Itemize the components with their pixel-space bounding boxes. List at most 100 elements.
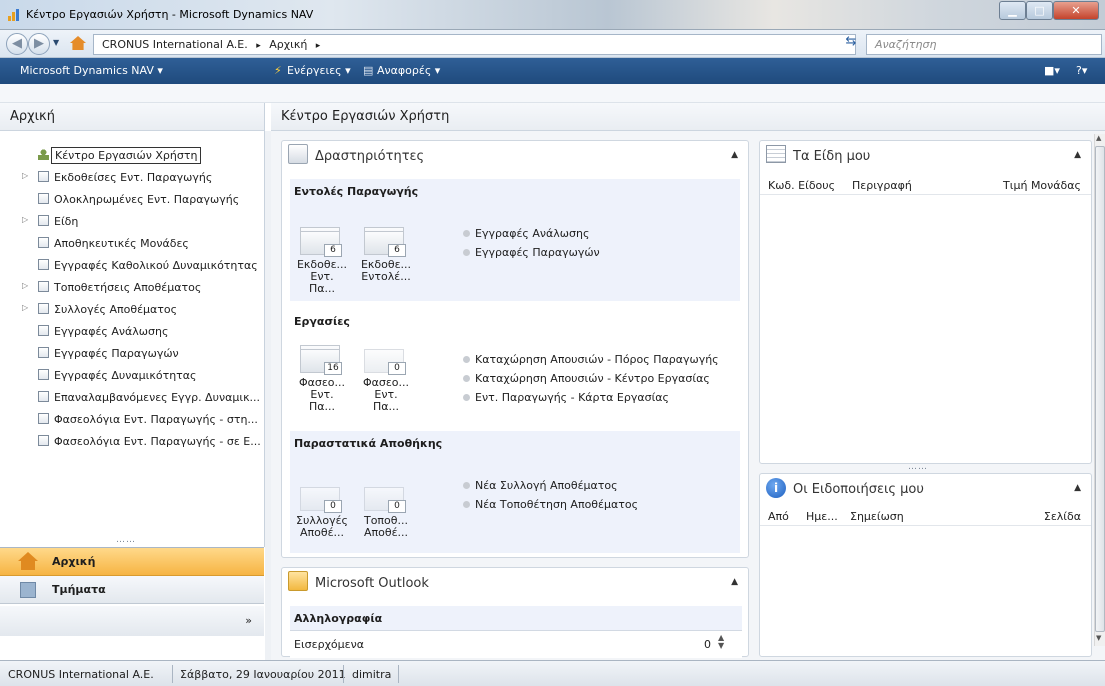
list-page-icon	[38, 369, 49, 380]
close-button[interactable]: ✕	[1053, 1, 1099, 20]
back-button[interactable]: ◀	[6, 33, 28, 55]
home-icon	[70, 36, 86, 50]
nav-tree-item[interactable]: Ολοκληρωμένες Εντ. Παραγωγής	[0, 189, 262, 209]
nav-tree-item[interactable]: ▷ Εκδοθείσες Εντ. Παραγωγής	[0, 167, 262, 187]
reports-icon: ▤	[363, 64, 374, 77]
status-company: CRONUS International A.E.	[8, 668, 154, 681]
collapse-chevron-icon[interactable]: ▲	[1074, 150, 1081, 160]
cue-inventory-picks[interactable]: 0 Συλλογές Αποθέ...	[296, 483, 348, 553]
my-notifications-part: i Οι Ειδοποιήσεις μου ▲ Από Ημε... Σημεί…	[759, 473, 1092, 657]
vertical-scrollbar[interactable]: ▲ ▼	[1094, 134, 1105, 646]
collapse-chevron-icon[interactable]: ▲	[1074, 483, 1081, 493]
nav-tree-item-label: Αποθηκευτικές Μονάδες	[54, 237, 189, 250]
list-page-icon	[38, 303, 49, 314]
splitter-grip[interactable]: ……	[908, 462, 928, 472]
search-input[interactable]: Αναζήτηση	[866, 34, 1102, 55]
link-prod-order-job-card[interactable]: Εντ. Παραγωγής - Κάρτα Εργασίας	[463, 391, 669, 404]
nav-tree-item[interactable]: Φασεολόγια Εντ. Παραγωγής - στη...	[0, 409, 262, 429]
nav-tree-item-label: Εκδοθείσες Εντ. Παραγωγής	[54, 171, 213, 184]
list-page-icon	[38, 171, 49, 182]
group-operations: Εργασίες 16 Φασεο... Εντ. Πα... 0 Φασεο..…	[290, 309, 740, 425]
nav-tree-item[interactable]: Εγγραφές Ανάλωσης	[0, 321, 262, 341]
window-title: Κέντρο Εργασιών Χρήστη - Microsoft Dynam…	[26, 8, 314, 21]
link-consumption-journal[interactable]: Εγγραφές Ανάλωσης	[462, 227, 589, 240]
group-warehouse-documents: Παραστατικά Αποθήκης 0 Συλλογές Αποθέ... …	[290, 431, 740, 553]
nav-button-home[interactable]: Αρχική	[0, 548, 264, 576]
my-items-part: Τα Είδη μου ▲ Κωδ. Είδους Περιγραφή Τιμή…	[759, 140, 1092, 472]
reports-menu[interactable]: Αναφορές ▾	[377, 64, 440, 77]
maximize-button[interactable]: □	[1026, 1, 1053, 20]
cue-inventory-putaways[interactable]: 0 Τοποθ... Αποθέ...	[360, 483, 410, 553]
nav-tree-item[interactable]: Επαναλαμβανόμενες Εγγρ. Δυναμικ...	[0, 387, 262, 407]
actions-icon: ⚡	[274, 64, 282, 77]
link-new-inventory-pick[interactable]: Νέα Συλλογή Αποθέματος	[463, 479, 618, 492]
outlook-title: Microsoft Outlook	[315, 576, 429, 591]
scrollbar-thumb[interactable]	[1095, 146, 1105, 632]
layout-icon[interactable]: ■▾	[1044, 64, 1060, 77]
splitter-grip[interactable]: ……	[116, 535, 136, 545]
collapse-chevron-icon[interactable]: ▲	[731, 150, 738, 160]
expand-arrow-icon[interactable]: ▷	[22, 171, 28, 180]
breadcrumb-company[interactable]: CRONUS International A.E.	[102, 38, 248, 51]
nav-tree-item-label: Κέντρο Εργασιών Χρήστη	[51, 147, 202, 164]
breadcrumb-page[interactable]: Αρχική	[269, 38, 307, 51]
my-notifications-header: Από Ημε... Σημείωση Σελίδα	[760, 508, 1091, 526]
command-bar: Microsoft Dynamics NAV ▾ ⚡ Ενέργειες ▾ ▤…	[0, 58, 1105, 84]
nav-tree-item[interactable]: ▷ Τοποθετήσεις Αποθέματος	[0, 277, 262, 297]
user-icon	[38, 149, 49, 160]
history-dropdown-icon[interactable]: ▼	[53, 38, 59, 47]
app-menu-button[interactable]: Microsoft Dynamics NAV ▾	[20, 64, 163, 77]
more-buttons-icon[interactable]: »	[245, 614, 252, 627]
actions-menu[interactable]: Ενέργειες ▾	[287, 64, 351, 77]
cue-released-prod-orders[interactable]: 6 Εκδοθε... Εντ. Πα...	[296, 227, 347, 297]
link-output-journal[interactable]: Εγγραφές Παραγωγών	[463, 246, 600, 259]
nav-tree-item[interactable]: Φασεολόγια Εντ. Παραγωγής - σε Ε...	[0, 431, 262, 451]
nav-tree-item-label: Συλλογές Αποθέματος	[54, 303, 178, 316]
list-page-icon	[38, 215, 49, 226]
list-page-icon	[38, 347, 49, 358]
departments-icon	[20, 582, 36, 598]
nav-tree: Κέντρο Εργασιών Χρήστη ▷ Εκδοθείσες Εντ. Π…	[0, 131, 265, 547]
nav-tree-item-label: Τοποθετήσεις Αποθέματος	[54, 281, 202, 294]
nav-tree-item[interactable]: ▷ Είδη	[0, 211, 262, 231]
breadcrumb[interactable]: CRONUS International A.E. ▸ Αρχική ▸	[93, 34, 856, 55]
address-bar: ◀ ▶ ▼ CRONUS International A.E. ▸ Αρχική…	[0, 30, 1105, 58]
status-bar: CRONUS International A.E. Σάββατο, 29 Ια…	[0, 660, 1105, 686]
refresh-icon[interactable]: ⇆	[841, 34, 861, 54]
inbox-count[interactable]: 0	[704, 638, 711, 651]
nav-tree-item-label: Εγγραφές Ανάλωσης	[54, 325, 169, 338]
link-new-inventory-putaway[interactable]: Νέα Τοποθέτηση Αποθέματος	[462, 498, 638, 511]
list-page-icon	[38, 281, 49, 292]
outlook-part: Microsoft Outlook ▲ Αλληλογραφία Εισερχό…	[281, 567, 749, 658]
home-icon	[18, 552, 38, 570]
list-page-icon	[38, 391, 49, 402]
nav-tree-item[interactable]: Εγγραφές Καθολικού Δυναμικότητας	[0, 255, 262, 275]
inbox-label[interactable]: Εισερχόμενα	[294, 638, 364, 651]
forward-button[interactable]: ▶	[28, 33, 50, 55]
minimize-button[interactable]: ▁	[999, 1, 1026, 20]
nav-tree-item[interactable]: Εγγραφές Παραγωγών	[0, 343, 262, 363]
link-absence-resource[interactable]: Καταχώρηση Απουσιών - Πόρος Παραγωγής	[463, 353, 719, 366]
nav-buttons: Αρχική Τμήματα »	[0, 547, 264, 659]
expand-arrow-icon[interactable]: ▷	[22, 215, 28, 224]
expand-arrow-icon[interactable]: ▷	[22, 281, 28, 290]
nav-tree-item[interactable]: Εγγραφές Δυναμικότητας	[0, 365, 262, 385]
inbox-spinner[interactable]: ▲ ▼	[718, 634, 724, 650]
cue-routing-sheets-1[interactable]: 16 Φασεο... Εντ. Πα...	[296, 345, 346, 415]
nav-tree-item[interactable]: ▷ Συλλογές Αποθέματος	[0, 299, 262, 319]
link-absence-work-center[interactable]: Καταχώρηση Απουσιών - Κέντρο Εργασίας	[463, 372, 710, 385]
cue-released-orders-2[interactable]: 6 Εκδοθε... Εντολέ...	[360, 227, 411, 297]
nav-tree-item[interactable]: Αποθηκευτικές Μονάδες	[0, 233, 262, 253]
page-title: Κέντρο Εργασιών Χρήστη	[271, 103, 1105, 131]
nav-tree-item-label: Φασεολόγια Εντ. Παραγωγής - σε Ε...	[54, 435, 261, 448]
expand-arrow-icon[interactable]: ▷	[22, 303, 28, 312]
collapse-chevron-icon[interactable]: ▲	[731, 577, 738, 587]
nav-button-departments[interactable]: Τμήματα	[0, 576, 264, 604]
list-page-icon	[38, 259, 49, 270]
list-page-icon	[38, 413, 49, 424]
cue-routing-sheets-2[interactable]: 0 Φασεο... Εντ. Πα...	[360, 345, 410, 415]
my-items-title: Τα Είδη μου	[793, 149, 871, 164]
nav-tree-item-label: Επαναλαμβανόμενες Εγγρ. Δυναμικ...	[54, 391, 261, 404]
help-icon[interactable]: ?▾	[1076, 64, 1087, 77]
nav-tree-item[interactable]: Κέντρο Εργασιών Χρήστη	[0, 145, 262, 165]
